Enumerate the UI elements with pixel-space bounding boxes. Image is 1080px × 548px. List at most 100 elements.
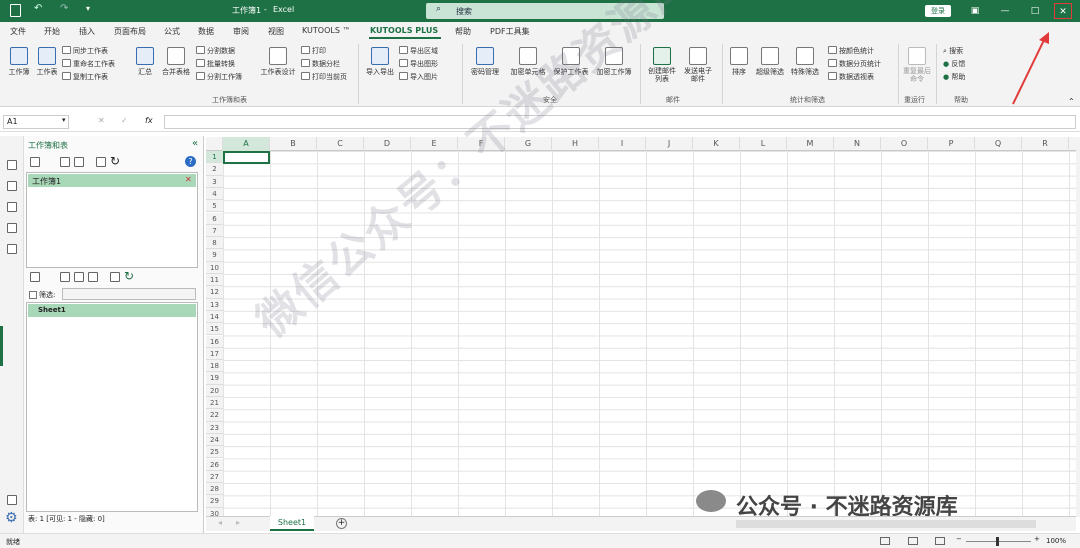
column-header[interactable]: A <box>223 137 270 151</box>
row-header[interactable]: 8 <box>206 237 223 250</box>
row-header[interactable]: 9 <box>206 249 223 262</box>
filter-checkbox[interactable] <box>29 291 37 299</box>
search-feature-button[interactable]: ⌕ 搜索 <box>943 46 963 56</box>
tab-pdf-tools[interactable]: PDF工具集 <box>490 26 530 37</box>
vertical-scrollbar[interactable] <box>1076 137 1080 517</box>
column-header[interactable]: H <box>552 137 599 151</box>
refresh-icon[interactable]: ↻ <box>110 154 120 168</box>
undo-icon[interactable]: ↶ <box>34 3 42 14</box>
active-cell-A1[interactable] <box>223 151 270 164</box>
row-header[interactable]: 7 <box>206 224 223 238</box>
tab-kutools[interactable]: KUTOOLS ™ <box>302 26 350 35</box>
collapse-ribbon-icon[interactable]: ⌃ <box>1068 97 1075 106</box>
batch-convert-button[interactable]: 批量转换 <box>196 59 235 69</box>
pane-resize-handle[interactable] <box>0 326 3 366</box>
column-header[interactable]: D <box>364 137 411 151</box>
row-header[interactable]: 12 <box>206 286 223 299</box>
sheet-rename-icon[interactable] <box>110 272 120 282</box>
enter-icon[interactable]: ✓ <box>121 116 128 125</box>
row-header[interactable]: 4 <box>206 187 223 201</box>
row-header[interactable]: 20 <box>206 384 223 397</box>
send-email-button[interactable]: 发送电子邮件 <box>681 47 715 83</box>
login-button[interactable]: 登录 <box>925 5 951 17</box>
row-header[interactable]: 10 <box>206 261 223 274</box>
name-box-dropdown-icon[interactable]: ▾ <box>62 116 66 124</box>
row-header[interactable]: 5 <box>206 200 223 213</box>
maximize-button[interactable]: □ <box>1026 3 1044 19</box>
split-workbook-button[interactable]: 分割工作簿 <box>196 72 242 82</box>
tab-help[interactable]: 帮助 <box>455 26 471 37</box>
workbook-sheet-nav-icon[interactable] <box>7 160 17 170</box>
sheet-view-mode-icon[interactable] <box>30 272 40 282</box>
row-header[interactable]: 2 <box>206 163 223 176</box>
zoom-level[interactable]: 100% <box>1046 537 1066 545</box>
split-data-button[interactable]: 分割数据 <box>196 46 235 56</box>
row-header[interactable]: 14 <box>206 310 223 324</box>
zoom-in-icon[interactable]: + <box>1034 535 1040 543</box>
row-header[interactable]: 11 <box>206 274 223 287</box>
export-range-button[interactable]: 导出区域 <box>399 46 438 56</box>
row-header[interactable]: 25 <box>206 446 223 459</box>
super-filter-button[interactable]: 超级筛选 <box>753 47 787 77</box>
column-header[interactable]: P <box>928 137 975 151</box>
normal-view-icon[interactable] <box>880 537 890 545</box>
data-columns-button[interactable]: 数据分栏 <box>301 59 340 69</box>
insert-function-icon[interactable]: fx <box>145 116 153 125</box>
sheet-refresh-icon[interactable]: ↻ <box>124 269 134 283</box>
row-header[interactable]: 13 <box>206 298 223 311</box>
redo-icon[interactable]: ↷ <box>60 3 68 14</box>
rename-sheets-button[interactable]: 重命名工作表 <box>62 59 115 69</box>
column-header[interactable]: R <box>1022 137 1069 151</box>
sheet-design-button[interactable]: 工作表设计 <box>258 47 298 77</box>
count-by-color-button[interactable]: 按颜色统计 <box>828 46 874 56</box>
tab-page-layout[interactable]: 页面布局 <box>114 26 146 37</box>
column-header[interactable]: L <box>740 137 787 151</box>
help-circle-icon[interactable]: ? <box>185 156 196 167</box>
tab-insert[interactable]: 插入 <box>79 26 95 37</box>
print-button[interactable]: 打印 <box>301 46 326 56</box>
sheet-edit-icon[interactable] <box>60 272 70 282</box>
row-header[interactable]: 22 <box>206 409 223 422</box>
row-header[interactable]: 27 <box>206 470 223 484</box>
zoom-slider-thumb[interactable] <box>996 537 999 546</box>
find-replace-icon[interactable] <box>7 244 17 254</box>
worksheet-button[interactable]: 工作表 <box>34 47 60 77</box>
collapse-pane-icon[interactable]: « <box>192 138 198 149</box>
special-filter-button[interactable]: 特殊筛选 <box>788 47 822 77</box>
workbook-button[interactable]: 工作簿 <box>6 47 32 77</box>
row-header[interactable]: 19 <box>206 372 223 385</box>
workbook-item[interactable]: 工作簿1 ✕ <box>28 174 196 187</box>
row-header[interactable]: 17 <box>206 347 223 361</box>
save-icon[interactable] <box>10 4 21 17</box>
export-graphics-button[interactable]: 导出图形 <box>399 59 438 69</box>
ribbon-display-icon[interactable]: ▣ <box>966 3 984 19</box>
sort-az-icon[interactable] <box>60 157 70 167</box>
row-header[interactable]: 3 <box>206 175 223 188</box>
close-button[interactable]: ✕ <box>1054 3 1072 19</box>
tab-kutools-plus[interactable]: KUTOOLS PLUS <box>370 26 438 35</box>
external-link-icon[interactable] <box>7 495 17 505</box>
column-header[interactable]: K <box>693 137 740 151</box>
column-header[interactable]: O <box>881 137 928 151</box>
horizontal-scrollbar[interactable] <box>736 520 1036 528</box>
column-header[interactable]: J <box>646 137 693 151</box>
row-header[interactable]: 23 <box>206 421 223 434</box>
sync-sheets-button[interactable]: 同步工作表 <box>62 46 108 56</box>
print-current-page-button[interactable]: 打印当前页 <box>301 72 347 82</box>
workbook-options-icon[interactable] <box>96 157 106 167</box>
import-export-button[interactable]: 导入导出 <box>363 47 397 77</box>
tab-home[interactable]: 开始 <box>44 26 60 37</box>
create-mailing-list-button[interactable]: 创建邮件列表 <box>645 47 679 83</box>
row-header[interactable]: 28 <box>206 483 223 496</box>
row-header[interactable]: 29 <box>206 495 223 508</box>
row-header[interactable]: 26 <box>206 458 223 471</box>
add-sheet-icon[interactable]: + <box>336 518 347 529</box>
password-manager-button[interactable]: 密码管理 <box>468 47 502 77</box>
column-header[interactable]: C <box>317 137 364 151</box>
minimize-button[interactable]: — <box>996 3 1014 19</box>
pivot-table-button[interactable]: 数据透视表 <box>828 72 874 82</box>
column-header[interactable]: N <box>834 137 881 151</box>
column-list-icon[interactable] <box>7 223 17 233</box>
sheet-image-icon[interactable] <box>74 272 84 282</box>
page-break-view-icon[interactable] <box>935 537 945 545</box>
